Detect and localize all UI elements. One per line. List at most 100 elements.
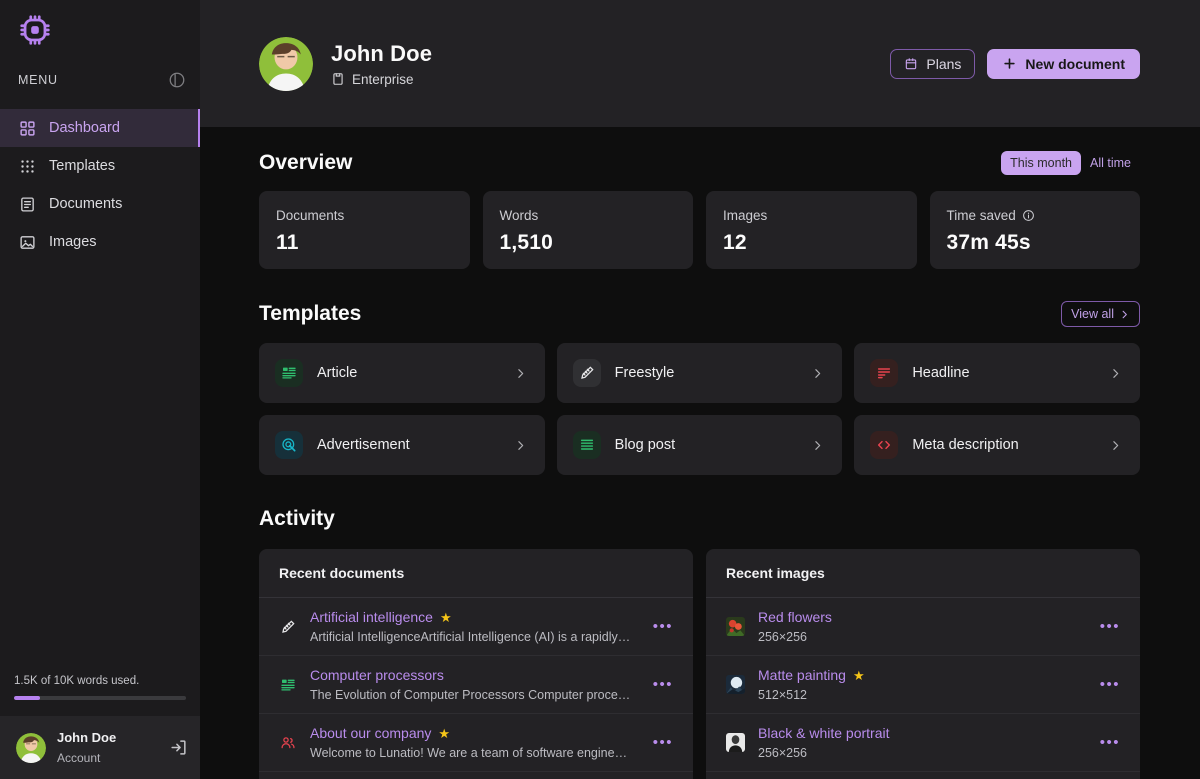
card-header: Recent images (706, 549, 1140, 598)
plus-icon (1004, 58, 1016, 69)
table-row[interactable]: About our company ★ Welcome to Lunatio! … (259, 714, 693, 772)
stat-label-text: Documents (276, 208, 345, 223)
star-icon: ★ (439, 609, 452, 625)
row-menu-button[interactable]: ••• (645, 734, 673, 751)
row-menu-button[interactable]: ••• (645, 618, 673, 635)
app-logo[interactable] (0, 0, 200, 60)
overview-range-toggle: This month All time (1001, 151, 1140, 175)
overview-header: Overview This month All time (259, 151, 1140, 175)
image-title: Matte painting (758, 667, 846, 683)
plans-button[interactable]: Plans (890, 48, 976, 79)
activity-section: Activity Recent documents Artificial int… (259, 507, 1140, 779)
stat-label: Images (723, 208, 900, 223)
image-icon (18, 233, 36, 251)
topbar-actions: Plans New document (890, 48, 1140, 79)
logout-icon[interactable] (169, 738, 188, 757)
document-excerpt: Welcome to Lunatio! We are a team of sof… (310, 746, 632, 760)
chevron-right-icon (517, 368, 523, 378)
plan-badge: Enterprise (331, 72, 432, 87)
account-button[interactable]: John Doe Account (0, 716, 200, 779)
sidebar-item-dashboard[interactable]: Dashboard (0, 109, 200, 147)
template-card-headline[interactable]: Headline (854, 343, 1140, 403)
templates-section: Templates View all Article Freestyle Hea… (259, 301, 1140, 475)
row-body: Artificial intelligence ★ Artificial Int… (310, 609, 632, 644)
matte-painting-thumb (726, 675, 745, 694)
sidebar-nav: Dashboard Templates Documents Images (0, 109, 200, 261)
row-body: Black & white portrait 256×256 (758, 725, 1079, 760)
freestyle-pen-icon (572, 359, 601, 387)
usage-text: 1.5K of 10K words used. (14, 675, 140, 687)
dots-grid-icon (18, 157, 36, 175)
list-item[interactable]: Matte painting ★ 512×512 ••• (706, 656, 1140, 714)
document-link[interactable]: About our company ★ (310, 725, 632, 741)
template-card-article[interactable]: Article (259, 343, 545, 403)
stat-value: 11 (276, 231, 299, 254)
document-title: About our company (310, 725, 432, 741)
recent-images-card: Recent images Red flowers 256×256 ••• Ma… (706, 549, 1140, 779)
chevron-right-icon (815, 440, 821, 450)
template-card-blog-post[interactable]: Blog post (556, 415, 843, 475)
row-menu-button[interactable]: ••• (1092, 734, 1120, 751)
template-card-advertisement[interactable]: Advertisement (259, 415, 545, 475)
view-all-templates-button[interactable]: View all (1061, 301, 1140, 327)
image-link[interactable]: Red flowers (758, 609, 1079, 625)
template-card-meta-description[interactable]: Meta description (854, 415, 1140, 475)
star-icon: ★ (852, 667, 865, 683)
view-all-label: View all (1071, 307, 1114, 321)
image-link[interactable]: Matte painting ★ (758, 667, 1079, 683)
row-body: Computer processors The Evolution of Com… (310, 667, 632, 702)
stat-label-text: Time saved (946, 208, 1016, 223)
badge-icon (333, 73, 343, 85)
chevron-right-icon (1113, 440, 1119, 450)
stat-value: 12 (723, 231, 747, 254)
sidebar-item-documents[interactable]: Documents (0, 185, 200, 223)
document-link[interactable]: Artificial intelligence ★ (310, 609, 632, 625)
row-menu-button[interactable]: ••• (1092, 676, 1120, 693)
list-item[interactable]: Red flowers 256×256 ••• (706, 598, 1140, 656)
sidebar-item-label: Documents (49, 196, 123, 212)
sidebar-item-images[interactable]: Images (0, 223, 200, 261)
app-root: MENU Dashboard Templates Documents Image… (0, 0, 1200, 779)
info-icon[interactable] (1022, 209, 1035, 222)
stat-label: Documents (276, 208, 453, 223)
red-flowers-thumb (726, 617, 745, 636)
chevron-right-icon (1122, 310, 1127, 318)
new-document-button[interactable]: New document (987, 48, 1140, 79)
card-header: Recent documents (259, 549, 693, 598)
range-this-month[interactable]: This month (1001, 151, 1082, 175)
stat-label-text: Words (499, 208, 539, 223)
list-item[interactable]: Black & white portrait 256×256 ••• (706, 714, 1140, 772)
account-name: John Doe (57, 729, 117, 745)
sidebar-item-templates[interactable]: Templates (0, 147, 200, 185)
image-link[interactable]: Black & white portrait (758, 725, 1079, 741)
people-icon (279, 734, 297, 752)
main-content: John Doe Enterprise Plans New document O… (200, 0, 1200, 779)
list-item[interactable]: City night lights ★ ••• (706, 772, 1140, 779)
row-body: Red flowers 256×256 (758, 609, 1079, 644)
document-link[interactable]: Computer processors (310, 667, 632, 683)
menu-header: MENU (0, 60, 200, 100)
code-brackets-icon (870, 431, 899, 459)
menu-label: MENU (18, 73, 58, 87)
image-title: Black & white portrait (758, 725, 890, 741)
table-row[interactable]: Artificial intelligence ★ Artificial Int… (259, 598, 693, 656)
row-menu-button[interactable]: ••• (1092, 618, 1120, 635)
avatar[interactable] (259, 36, 313, 91)
image-size: 256×256 (758, 746, 808, 760)
panel-collapse-icon[interactable] (168, 71, 186, 89)
overview-section: Overview This month All time Documents 1… (259, 151, 1140, 269)
template-card-freestyle[interactable]: Freestyle (556, 343, 843, 403)
recent-documents-card: Recent documents Artificial intelligence… (259, 549, 693, 779)
activity-grid: Recent documents Artificial intelligence… (259, 549, 1140, 779)
document-excerpt: The Evolution of Computer Processors Com… (310, 688, 632, 702)
usage-bar-fill (14, 696, 40, 700)
template-label: Meta description (912, 437, 1019, 453)
row-menu-button[interactable]: ••• (645, 676, 673, 693)
table-row[interactable]: Computer processors The Evolution of Com… (259, 656, 693, 714)
portrait-thumb (726, 733, 745, 752)
target-cursor-icon (275, 431, 303, 459)
table-row[interactable]: Summer destinations ••• (259, 772, 693, 779)
template-label: Advertisement (317, 437, 410, 453)
template-label: Article (317, 365, 358, 381)
range-all-time[interactable]: All time (1081, 151, 1140, 175)
